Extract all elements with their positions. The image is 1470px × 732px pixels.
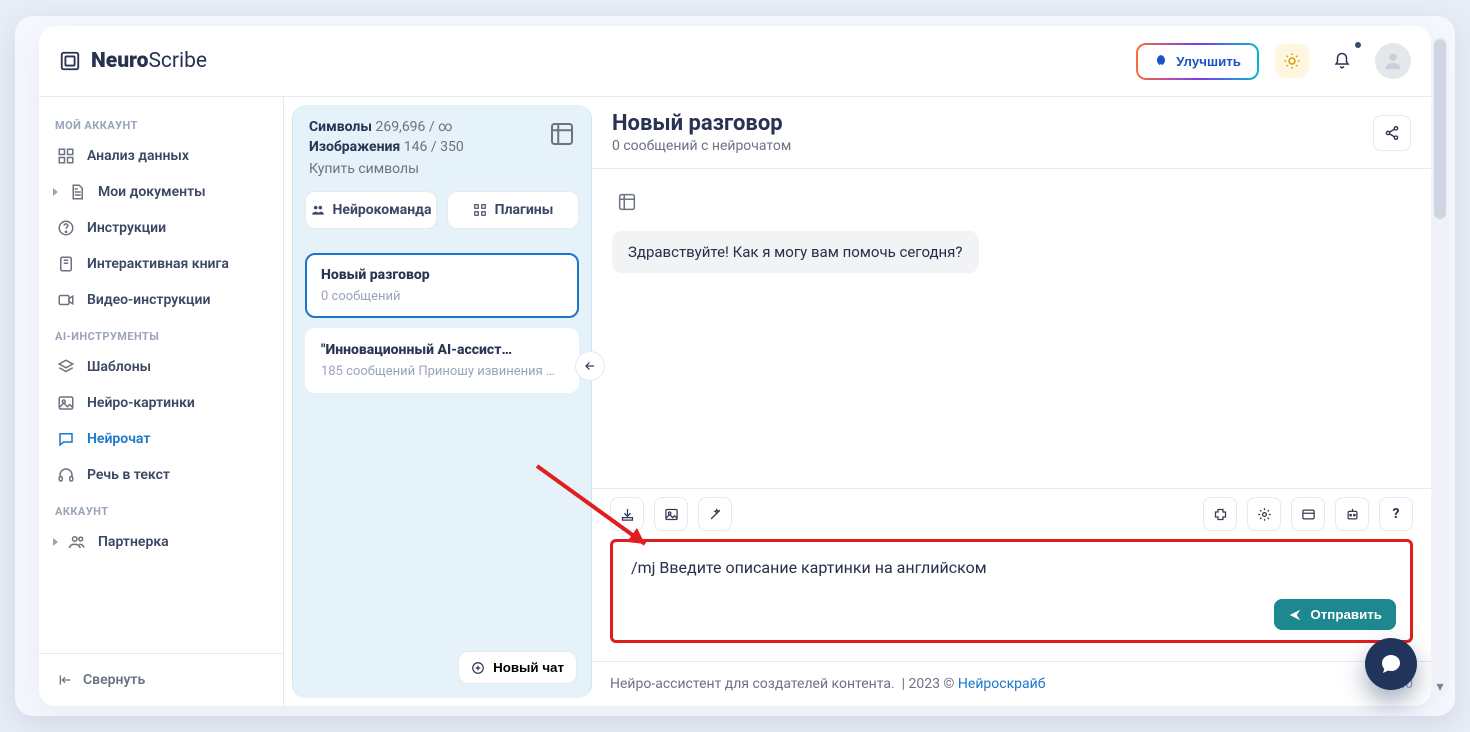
sidebar-item-video[interactable]: Видео-инструкции xyxy=(45,282,277,318)
sidebar-item-analytics[interactable]: Анализ данных xyxy=(45,138,277,174)
chat-title: Новый разговор xyxy=(612,111,791,136)
scrollbar-down[interactable]: ▾ xyxy=(1434,681,1446,693)
prompt-input[interactable]: /mj Введите описание картинки на английс… xyxy=(610,539,1413,643)
image-icon xyxy=(664,507,679,522)
attach-button[interactable] xyxy=(610,497,644,531)
collapse-icon xyxy=(57,672,73,688)
sidebar-item-speech[interactable]: Речь в текст xyxy=(45,457,277,493)
wand-icon xyxy=(708,507,723,522)
plugins-tab[interactable]: Плагины xyxy=(447,191,579,229)
layout-tool[interactable] xyxy=(1291,497,1325,531)
sidebar-item-book[interactable]: Интерактивная книга xyxy=(45,246,277,282)
chat-bubble-icon xyxy=(1379,652,1403,676)
assistant-message: Здравствуйте! Как я могу вам помочь сего… xyxy=(612,231,979,273)
share-button[interactable] xyxy=(1373,115,1411,151)
chat-subtitle: 0 сообщений с нейрочатом xyxy=(612,138,791,154)
users-icon xyxy=(68,533,86,551)
puzzle-icon xyxy=(1213,507,1228,522)
book-icon xyxy=(57,255,75,273)
sidebar-item-affiliate[interactable]: Партнерка xyxy=(45,524,277,560)
support-widget[interactable] xyxy=(1365,638,1417,690)
chat-icon xyxy=(57,430,75,448)
avatar[interactable] xyxy=(1375,43,1411,79)
sidebar: МОЙ АККАУНТ Анализ данных Мои документы … xyxy=(39,97,284,706)
notifications-button[interactable] xyxy=(1325,44,1359,78)
notification-dot xyxy=(1355,42,1361,48)
plugins-icon xyxy=(473,203,487,217)
sidebar-item-documents[interactable]: Мои документы xyxy=(45,174,277,210)
logo-icon xyxy=(59,50,81,72)
help-icon xyxy=(57,219,75,237)
robot-tool[interactable] xyxy=(1335,497,1369,531)
sidebar-item-templates[interactable]: Шаблоны xyxy=(45,349,277,385)
app-logo[interactable]: NeuroScribe xyxy=(59,49,207,73)
scrollbar-handle[interactable] xyxy=(1434,39,1446,219)
download-icon xyxy=(620,507,635,522)
robot-icon xyxy=(1345,507,1360,522)
conversation-item[interactable]: Новый разговор 0 сообщений xyxy=(305,253,579,318)
plus-icon xyxy=(471,661,485,675)
prompt-value: /mj Введите описание картинки на английс… xyxy=(631,558,987,577)
collapse-sidebar[interactable]: Свернуть xyxy=(45,664,277,696)
sun-icon xyxy=(1283,52,1301,70)
grid-icon xyxy=(57,147,75,165)
magic-tool[interactable] xyxy=(698,497,732,531)
theme-toggle[interactable] xyxy=(1275,44,1309,78)
page-scrollbar[interactable]: ▾ xyxy=(1431,36,1449,696)
help-tool[interactable]: ? xyxy=(1379,497,1413,531)
video-icon xyxy=(57,291,75,309)
sidebar-item-neuro-images[interactable]: Нейро-картинки xyxy=(45,385,277,421)
layout-icon xyxy=(1301,507,1316,522)
topbar: NeuroScribe Улучшить xyxy=(39,26,1431,97)
send-button[interactable]: Отправить xyxy=(1274,599,1396,630)
send-icon xyxy=(1288,608,1302,622)
sidebar-group-account: МОЙ АККАУНТ xyxy=(45,107,277,138)
rocket-icon xyxy=(1154,54,1168,68)
image-tool[interactable] xyxy=(654,497,688,531)
puzzle-tool[interactable] xyxy=(1203,497,1237,531)
layers-icon xyxy=(57,358,75,376)
neuroteam-tab[interactable]: Нейрокоманда xyxy=(305,191,437,229)
headphones-icon xyxy=(57,466,75,484)
bot-avatar-icon xyxy=(612,187,642,217)
footer-brand-link[interactable]: Нейроскрайб xyxy=(958,676,1046,692)
bell-icon xyxy=(1333,52,1351,70)
share-icon xyxy=(1384,125,1400,141)
new-chat-button[interactable]: Новый чат xyxy=(458,651,577,684)
doc-icon xyxy=(68,183,86,201)
user-icon xyxy=(1382,50,1404,72)
image-icon xyxy=(57,394,75,412)
conversations-panel: Символы 269,696 / ∞ Изображения 146 / 35… xyxy=(292,105,592,698)
team-icon xyxy=(311,203,325,217)
cube-icon xyxy=(547,119,577,153)
chat-area: Новый разговор 0 сообщений с нейрочатом … xyxy=(592,97,1431,706)
sidebar-group-ai: AI-ИНСТРУМЕНТЫ xyxy=(45,318,277,349)
composer: ? /mj Введите описание картинки на англи… xyxy=(592,488,1431,661)
settings-tool[interactable] xyxy=(1247,497,1281,531)
buy-symbols-link[interactable]: Купить символы xyxy=(309,161,419,177)
sidebar-item-instructions[interactable]: Инструкции xyxy=(45,210,277,246)
gear-icon xyxy=(1257,507,1272,522)
conversation-item[interactable]: "Инновационный AI-ассист… 185 сообщений … xyxy=(305,328,579,393)
usage-stats: Символы 269,696 / ∞ Изображения 146 / 35… xyxy=(293,105,591,185)
sidebar-group-acct: АККАУНТ xyxy=(45,493,277,524)
upgrade-button[interactable]: Улучшить xyxy=(1136,43,1259,80)
sidebar-item-neurochat[interactable]: Нейрочат xyxy=(45,421,277,457)
footer: Нейро-ассистент для создателей контента.… xyxy=(592,661,1431,706)
